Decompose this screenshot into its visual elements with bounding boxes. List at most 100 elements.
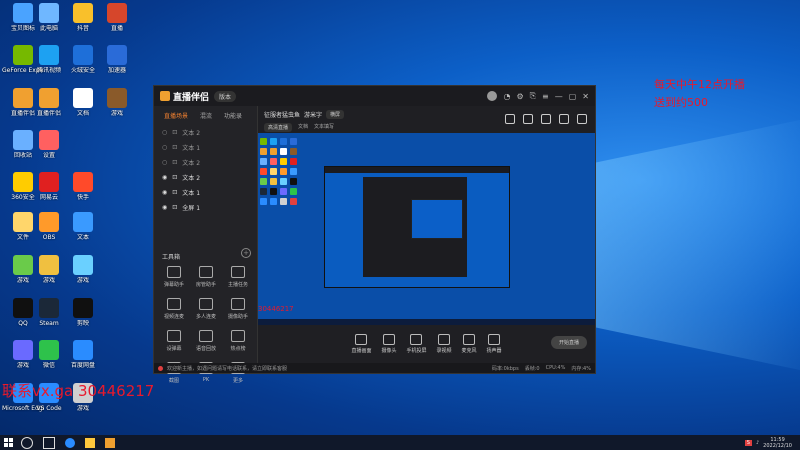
start-button[interactable] [0, 438, 16, 447]
eye-icon[interactable]: ○ [162, 144, 167, 151]
scene-item[interactable]: ○ ⊡ 文本 2 [154, 125, 257, 140]
desktop-icon[interactable]: 游戏 [96, 88, 138, 117]
preview-app-icon [260, 188, 267, 195]
toolbox-item[interactable]: 弹幕助手 [158, 266, 190, 288]
nested-window [363, 177, 467, 277]
lock-icon[interactable]: ⊡ [172, 204, 177, 211]
scene-item[interactable]: ◉ ⊡ 全屏 1 [154, 200, 257, 215]
preview-app-icon [270, 158, 277, 165]
tab-functions[interactable]: 功能录 [224, 111, 242, 120]
desktop-icon[interactable]: 游戏 [62, 255, 104, 284]
clock-date: 2022/12/10 [763, 442, 792, 449]
desktop-icon[interactable]: 加速器 [96, 45, 138, 74]
gift-icon[interactable] [505, 114, 515, 124]
desktop-icon[interactable]: 文本 [62, 212, 104, 241]
toolbox-item[interactable]: 设弹幕 [158, 330, 190, 352]
desktop-icon-label: 加速器 [107, 67, 126, 74]
message-icon[interactable]: ◔ [503, 92, 510, 101]
tool-icon [199, 330, 213, 342]
bell-icon[interactable] [559, 114, 569, 124]
tool-label: 热点榜 [230, 346, 246, 352]
control-button[interactable]: 麦克风 [462, 334, 477, 354]
task-view-icon[interactable] [43, 436, 55, 449]
control-button[interactable]: 扬声器 [487, 334, 502, 354]
tool-label: 语音回放 [195, 346, 216, 352]
settings-icon[interactable]: ⚙ [516, 92, 523, 101]
preview-taskbar [258, 319, 595, 325]
scene-label: 文本 1 [182, 145, 201, 152]
preview-app-icon [260, 158, 267, 165]
toolbox-item[interactable]: 热点榜 [222, 330, 254, 352]
app-icon [107, 45, 127, 65]
toolbox-item[interactable]: 房管助手 [190, 266, 222, 288]
share-icon[interactable]: ⎘ [530, 91, 536, 101]
edge-icon[interactable] [65, 437, 75, 448]
toolbox-item[interactable]: 视频连麦 [158, 298, 190, 320]
maximize-icon[interactable]: ▢ [569, 92, 577, 101]
toolbox-item[interactable]: 多人连麦 [190, 298, 222, 320]
tool-label: 视频连麦 [163, 314, 184, 320]
start-live-button[interactable]: 开始直播 [550, 336, 587, 349]
app-icon [73, 172, 93, 192]
status-stat: CPU:4% [545, 364, 566, 371]
tab-mix[interactable]: 混流 [200, 111, 212, 120]
wallpaper-light-beam [560, 120, 800, 370]
control-button[interactable]: 摄像头 [381, 334, 396, 354]
toolbox-add-icon[interactable]: + [241, 248, 251, 258]
app-name: 直播伴侣 [173, 92, 210, 103]
scene-label: 文本 2 [182, 130, 201, 137]
preview-app-icon [270, 138, 277, 145]
desktop-icon[interactable]: 快手 [62, 172, 104, 201]
live-sub-quality[interactable]: 高清直播 [264, 123, 293, 132]
volume-icon[interactable]: ♪ [756, 440, 759, 446]
toolbox-item[interactable]: 摄像助手 [222, 298, 254, 320]
ime-icon[interactable]: S [744, 439, 752, 446]
nested-titlebar [325, 167, 509, 173]
control-button[interactable]: 录视频 [437, 334, 452, 354]
desktop-icon[interactable]: 剪映 [62, 298, 104, 327]
toolbox-item[interactable]: 主播任务 [222, 266, 254, 288]
live-sub-doc: 文档 [298, 124, 309, 130]
desktop-icon[interactable]: 设置 [28, 130, 70, 159]
menu-icon[interactable]: ≡ [542, 92, 549, 101]
eye-icon[interactable]: ◉ [162, 189, 167, 196]
lock-icon[interactable] [541, 114, 551, 124]
eye-icon[interactable]: ◉ [162, 204, 167, 211]
version-badge[interactable]: 版本 [214, 90, 237, 102]
preview-app-icon [280, 148, 287, 155]
preview-app-icon [280, 158, 287, 165]
minimize-icon[interactable]: — [555, 92, 563, 101]
live-badge[interactable]: 横屏 [326, 110, 345, 119]
live-companion-taskbar-icon[interactable] [105, 437, 115, 448]
lock-icon[interactable]: ⊡ [172, 129, 177, 136]
control-button[interactable]: 直播画面 [351, 334, 371, 354]
desktop-icon[interactable]: 直播 [96, 3, 138, 32]
left-tabs: 直播场景 混流 功能录 [154, 106, 257, 125]
scene-item[interactable]: ○ ⊡ 文本 2 [154, 155, 257, 170]
app-icon [39, 340, 59, 360]
share-icon[interactable] [577, 114, 587, 124]
toolbox-item[interactable]: 语音回放 [190, 330, 222, 352]
scene-item[interactable]: ◉ ⊡ 文本 1 [154, 185, 257, 200]
copy-icon[interactable] [523, 114, 533, 124]
desktop-icon[interactable]: 百度网盘 [62, 340, 104, 369]
close-icon[interactable]: ✕ [582, 92, 589, 101]
stream-preview[interactable]: 30446217 [258, 133, 595, 325]
eye-icon[interactable]: ○ [162, 129, 167, 136]
user-avatar[interactable] [487, 91, 498, 101]
lock-icon[interactable]: ⊡ [172, 189, 177, 196]
overlay-line-2: 送到约500 [654, 96, 708, 109]
preview-app-icon [270, 188, 277, 195]
eye-icon[interactable]: ◉ [162, 174, 167, 181]
eye-icon[interactable]: ○ [162, 159, 167, 166]
lock-icon[interactable]: ⊡ [172, 159, 177, 166]
tab-scenes[interactable]: 直播场景 [164, 111, 188, 120]
explorer-icon[interactable] [85, 437, 95, 448]
scene-item[interactable]: ○ ⊡ 文本 1 [154, 140, 257, 155]
control-button[interactable]: 手机投屏 [406, 334, 427, 354]
search-icon[interactable] [21, 436, 33, 449]
lock-icon[interactable]: ⊡ [172, 174, 177, 181]
lock-icon[interactable]: ⊡ [172, 144, 177, 151]
scene-item[interactable]: ◉ ⊡ 文本 2 [154, 170, 257, 185]
clock[interactable]: 11:59 2022/12/10 [763, 437, 792, 449]
